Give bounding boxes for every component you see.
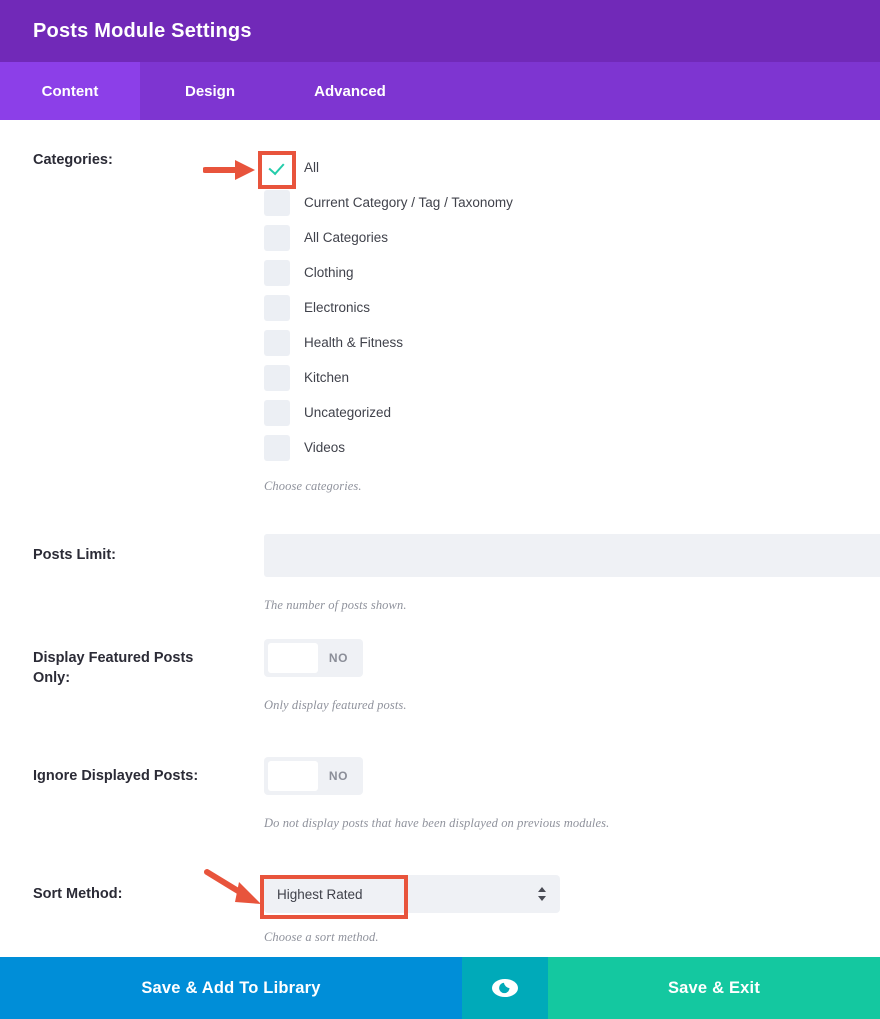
tab-design[interactable]: Design xyxy=(140,62,280,120)
toggle-knob xyxy=(268,643,318,673)
featured-only-toggle-value: NO xyxy=(318,651,359,665)
checkbox-item-uncategorized[interactable]: Uncategorized xyxy=(264,395,880,430)
featured-only-description: Only display featured posts. xyxy=(264,698,880,713)
posts-limit-input[interactable] xyxy=(264,534,880,577)
sort-method-control: Highest Rated Choose a sort method. xyxy=(264,875,880,945)
sort-method-select[interactable]: Highest Rated xyxy=(264,875,560,913)
save-exit-button[interactable]: Save & Exit xyxy=(548,957,880,1019)
checkbox-item-videos[interactable]: Videos xyxy=(264,430,880,465)
toggle-knob xyxy=(268,761,318,791)
checkbox-label-uncategorized: Uncategorized xyxy=(304,405,391,420)
sort-method-select-wrap: Highest Rated xyxy=(264,875,560,913)
history-moon-icon xyxy=(490,977,520,999)
checkbox-item-health-fitness[interactable]: Health & Fitness xyxy=(264,325,880,360)
checkbox-label-clothing: Clothing xyxy=(304,265,354,280)
modal-header: Posts Module Settings xyxy=(0,0,880,62)
tab-advanced[interactable]: Advanced xyxy=(280,62,420,120)
checkbox-electronics[interactable] xyxy=(264,295,290,321)
history-moon-icon-button[interactable] xyxy=(462,957,548,1019)
action-bar: Save & Add To Library Save & Exit xyxy=(0,957,880,1019)
checkbox-label-all-categories: All Categories xyxy=(304,230,388,245)
checkbox-clothing[interactable] xyxy=(264,260,290,286)
featured-only-label: Display Featured Posts Only: xyxy=(33,648,233,688)
page-title: Posts Module Settings xyxy=(33,20,252,43)
ignore-displayed-toggle[interactable]: NO xyxy=(264,757,363,795)
ignore-displayed-control: NO Do not display posts that have been d… xyxy=(264,757,880,831)
checkbox-label-all: All xyxy=(304,160,319,175)
checkbox-label-kitchen: Kitchen xyxy=(304,370,349,385)
checkbox-item-kitchen[interactable]: Kitchen xyxy=(264,360,880,395)
posts-limit-control: The number of posts shown. xyxy=(264,534,880,613)
checkbox-health-fitness[interactable] xyxy=(264,330,290,356)
checkbox-item-all[interactable]: All xyxy=(264,150,880,185)
checkbox-uncategorized[interactable] xyxy=(264,400,290,426)
categories-checkbox-list: All Current Category / Tag / Taxonomy Al… xyxy=(264,150,880,465)
checkbox-videos[interactable] xyxy=(264,435,290,461)
save-add-to-library-button[interactable]: Save & Add To Library xyxy=(0,957,462,1019)
checkbox-label-videos: Videos xyxy=(304,440,345,455)
checkbox-current-category[interactable] xyxy=(264,190,290,216)
checkbox-label-current-category: Current Category / Tag / Taxonomy xyxy=(304,195,513,210)
checkbox-item-current-category[interactable]: Current Category / Tag / Taxonomy xyxy=(264,185,880,220)
checkbox-item-all-categories[interactable]: All Categories xyxy=(264,220,880,255)
sort-method-label: Sort Method: xyxy=(33,884,233,904)
tab-bar: Content Design Advanced xyxy=(0,62,880,120)
checkbox-label-electronics: Electronics xyxy=(304,300,370,315)
checkbox-all-categories[interactable] xyxy=(264,225,290,251)
tab-content[interactable]: Content xyxy=(0,62,140,120)
categories-control: All Current Category / Tag / Taxonomy Al… xyxy=(264,150,880,494)
ignore-displayed-description: Do not display posts that have been disp… xyxy=(264,816,880,831)
settings-body: Categories: All Current Category / Tag /… xyxy=(0,120,880,1019)
posts-limit-label: Posts Limit: xyxy=(33,545,233,565)
categories-label: Categories: xyxy=(33,150,233,170)
checkbox-all[interactable] xyxy=(264,155,290,181)
sort-method-description: Choose a sort method. xyxy=(264,930,880,945)
checkbox-kitchen[interactable] xyxy=(264,365,290,391)
categories-description: Choose categories. xyxy=(264,479,880,494)
checkbox-item-electronics[interactable]: Electronics xyxy=(264,290,880,325)
featured-only-toggle[interactable]: NO xyxy=(264,639,363,677)
checkbox-item-clothing[interactable]: Clothing xyxy=(264,255,880,290)
posts-limit-description: The number of posts shown. xyxy=(264,598,880,613)
featured-only-control: NO Only display featured posts. xyxy=(264,639,880,713)
ignore-displayed-label: Ignore Displayed Posts: xyxy=(33,766,233,786)
checkbox-label-health-fitness: Health & Fitness xyxy=(304,335,403,350)
ignore-displayed-toggle-value: NO xyxy=(318,769,359,783)
